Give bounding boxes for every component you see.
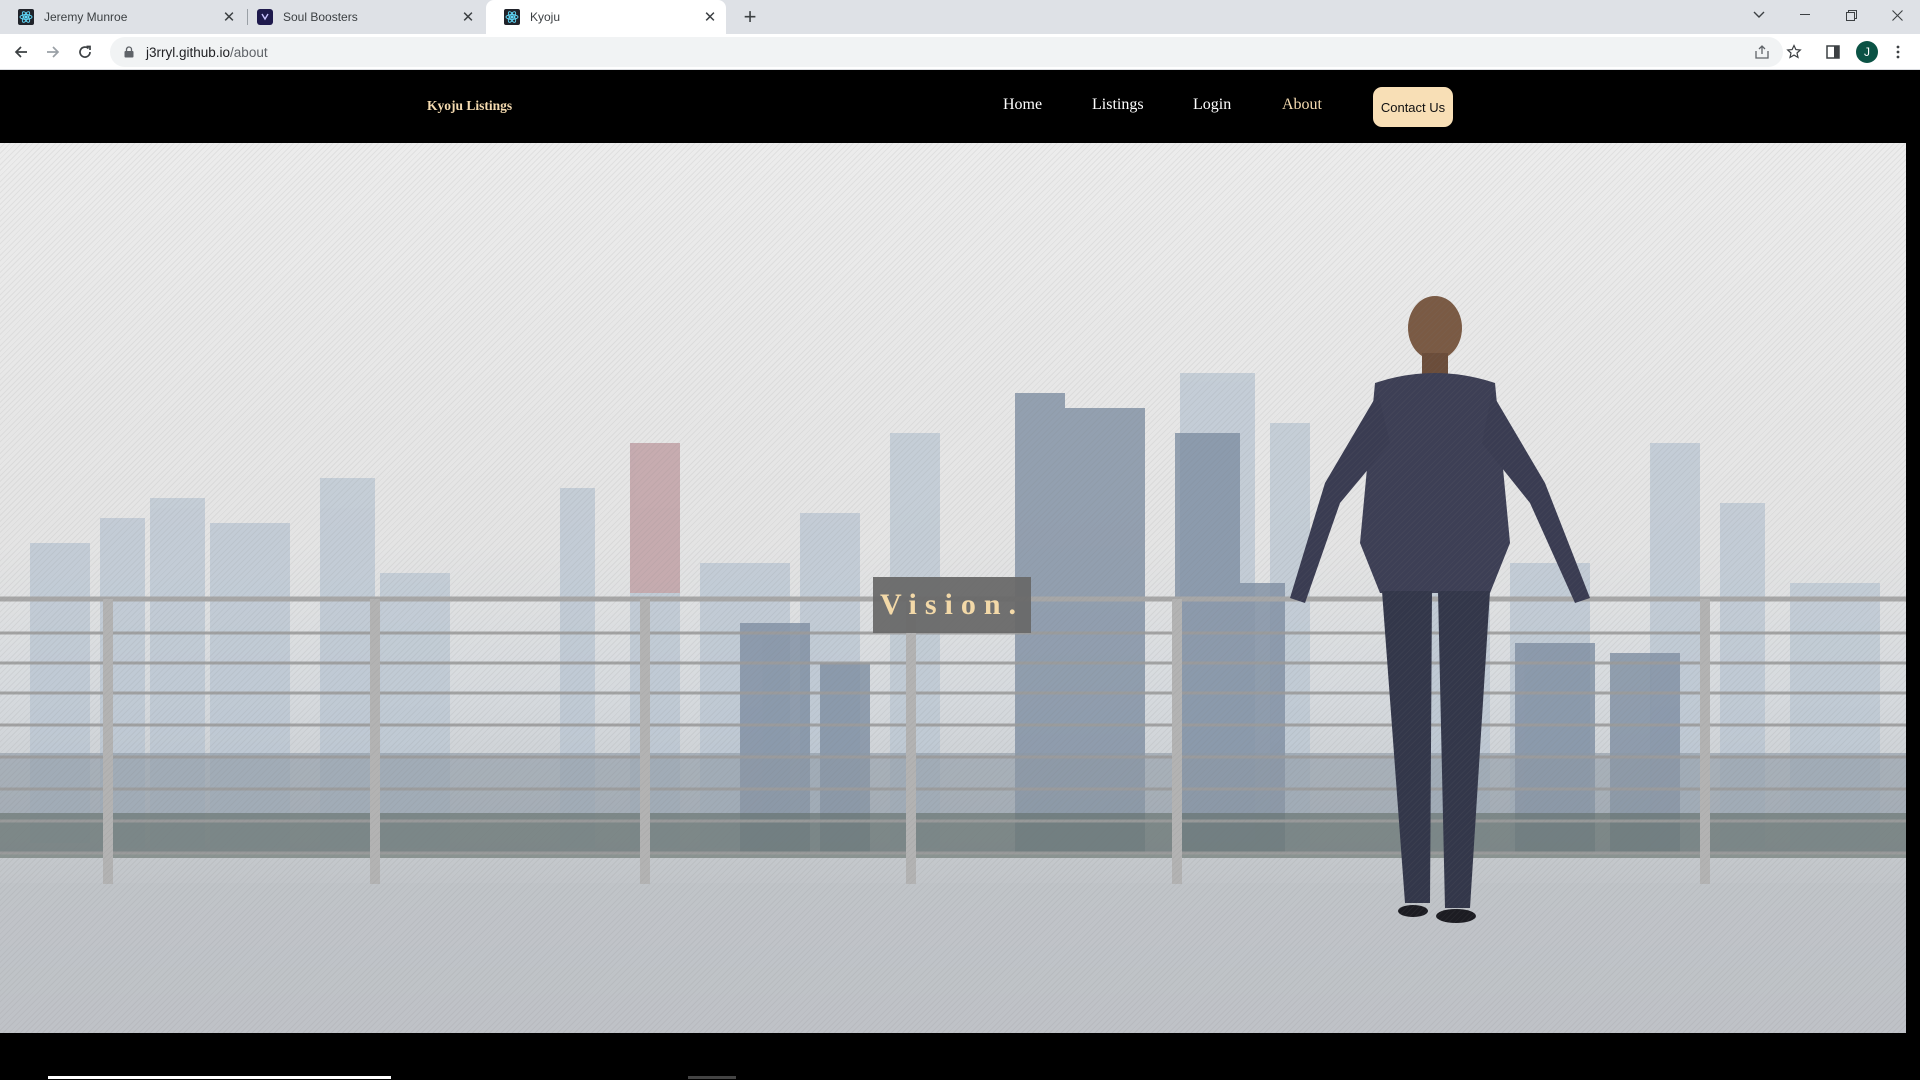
hero-banner: Vision. <box>0 143 1906 1033</box>
vertical-scrollbar[interactable] <box>1906 70 1920 1080</box>
horizontal-indicator-secondary <box>688 1076 736 1079</box>
browser-toolbar: j3rryl.github.io/about <box>0 34 1920 70</box>
forward-icon[interactable] <box>41 40 65 64</box>
bookmark-star-icon[interactable] <box>1782 40 1806 64</box>
react-icon <box>18 9 34 25</box>
share-icon[interactable] <box>1750 40 1774 64</box>
tab-kyoju[interactable]: Kyoju ✕ <box>486 0 726 34</box>
site-navbar: Kyoju Listings Home Listings Login About… <box>0 70 1920 143</box>
close-icon[interactable]: ✕ <box>460 9 476 26</box>
profile-avatar[interactable]: J <box>1856 41 1878 63</box>
address-bar[interactable]: j3rryl.github.io/about <box>110 37 1783 67</box>
tab-jeremy-munroe[interactable]: Jeremy Munroe ✕ <box>0 0 245 34</box>
close-icon[interactable]: ✕ <box>221 9 237 26</box>
lock-icon <box>122 45 136 59</box>
url-host: j3rryl.github.io <box>146 44 231 60</box>
side-panel-icon[interactable] <box>1821 40 1845 64</box>
close-window-icon[interactable] <box>1874 0 1920 30</box>
close-icon[interactable]: ✕ <box>702 9 718 26</box>
reload-icon[interactable] <box>73 40 97 64</box>
tab-title: Soul Boosters <box>283 10 358 24</box>
back-icon[interactable] <box>9 40 33 64</box>
soul-boosters-icon <box>257 9 273 25</box>
browser-tab-strip: Jeremy Munroe ✕ Soul Boosters ✕ Kyoju ✕ … <box>0 0 1920 34</box>
hero-vision-heading: Vision. <box>873 577 1031 633</box>
tab-soul-boosters[interactable]: Soul Boosters ✕ <box>239 0 484 34</box>
nav-about[interactable]: About <box>1282 96 1322 114</box>
nav-listings[interactable]: Listings <box>1092 96 1144 114</box>
minimize-icon[interactable] <box>1782 0 1828 30</box>
url-text: j3rryl.github.io/about <box>146 45 268 60</box>
new-tab-button[interactable]: + <box>737 4 763 29</box>
horizontal-indicator <box>48 1076 391 1079</box>
restore-icon[interactable] <box>1828 0 1874 30</box>
url-path: /about <box>230 44 268 60</box>
page-viewport: Kyoju Listings Home Listings Login About… <box>0 70 1920 1080</box>
nav-home[interactable]: Home <box>1003 96 1042 114</box>
contact-us-button[interactable]: Contact Us <box>1373 87 1453 127</box>
page-bottom-section <box>0 1033 1920 1080</box>
react-icon <box>504 9 520 25</box>
tab-title: Kyoju <box>530 10 561 24</box>
nav-login[interactable]: Login <box>1193 96 1231 114</box>
tab-title: Jeremy Munroe <box>44 10 128 24</box>
tab-search-icon[interactable] <box>1736 0 1782 30</box>
brand-logo[interactable]: Kyoju Listings <box>427 98 512 114</box>
more-menu-icon[interactable] <box>1886 40 1910 64</box>
